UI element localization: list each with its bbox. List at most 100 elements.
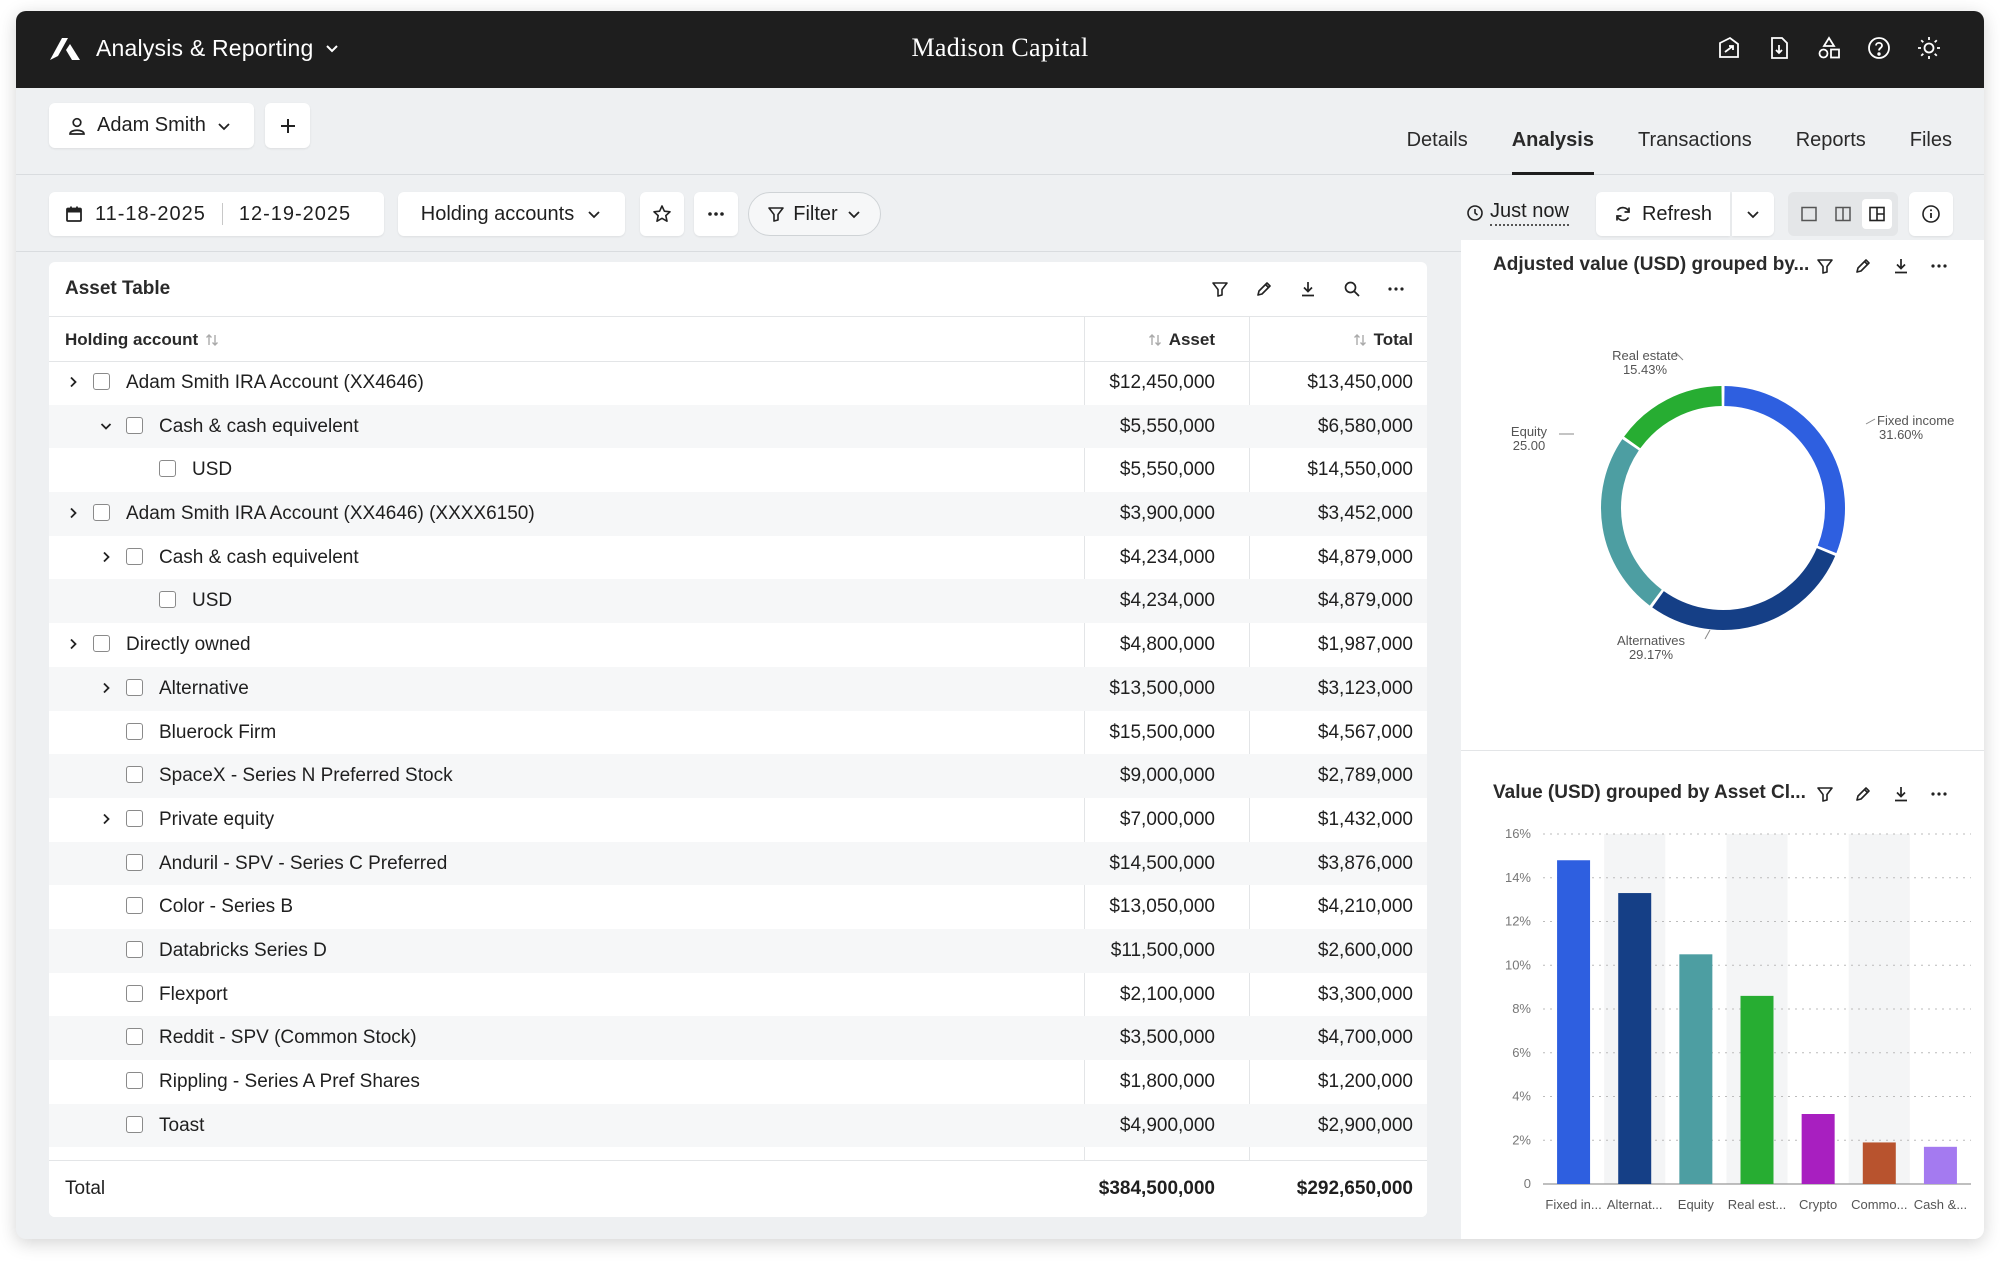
tab-transactions[interactable]: Transactions	[1616, 88, 1774, 174]
column-holding-account[interactable]: Holding account	[65, 330, 220, 350]
theme-sun-icon[interactable]	[1914, 33, 1944, 63]
info-button[interactable]	[1909, 192, 1953, 236]
row-asset-value: $5,550,000	[1119, 459, 1215, 481]
ellipsis-icon[interactable]	[1381, 274, 1411, 304]
row-checkbox[interactable]	[93, 504, 110, 522]
row-checkbox[interactable]	[126, 940, 143, 958]
filter-icon[interactable]	[1810, 779, 1840, 809]
chevron-right-icon[interactable]	[96, 547, 116, 567]
row-checkbox[interactable]	[126, 809, 143, 827]
column-asset[interactable]: Asset	[1085, 330, 1215, 350]
layout-single-icon[interactable]	[1794, 199, 1824, 229]
row-checkbox[interactable]	[126, 1115, 143, 1133]
table-row[interactable]: Anduril - SPV - Series C Preferred $14,50…	[49, 841, 1427, 886]
row-checkbox[interactable]	[159, 460, 176, 478]
bar[interactable]	[1618, 893, 1652, 1184]
row-checkbox[interactable]	[159, 591, 176, 609]
table-row[interactable]: Cash & cash equivelent $5,550,000 $6,580,0…	[49, 404, 1427, 449]
refresh-button[interactable]: Refresh	[1596, 192, 1730, 236]
favorite-button[interactable]	[640, 192, 684, 236]
grouping-dropdown[interactable]: Holding accounts	[398, 192, 625, 236]
chart-divider	[1461, 750, 1984, 751]
table-row[interactable]: Directly owned $4,800,000 $1,987,000	[49, 623, 1427, 667]
table-row[interactable]: USD $4,234,000 $4,879,000	[49, 579, 1427, 624]
row-checkbox[interactable]	[126, 1072, 143, 1089]
bar[interactable]	[1740, 995, 1774, 1184]
bar[interactable]	[1862, 1142, 1896, 1184]
donut-slice[interactable]	[1601, 439, 1662, 606]
row-checkbox[interactable]	[93, 635, 110, 653]
table-row[interactable]: Rippling - Series A Pref Shares $1,800,00…	[49, 1060, 1427, 1104]
table-row[interactable]: Bluerock Firm $15,500,000 $4,567,000	[49, 711, 1427, 755]
table-row[interactable]: Toast $4,900,000 $2,900,000	[49, 1103, 1427, 1148]
edit-icon[interactable]	[1249, 274, 1279, 304]
company-name: Madison Capital	[911, 33, 1089, 62]
ellipsis-icon[interactable]	[1924, 779, 1954, 809]
table-row[interactable]: Reddit - SPV (Common Stock) $3,500,000 $4,…	[49, 1016, 1427, 1060]
user-selector[interactable]: Adam Smith	[49, 103, 254, 148]
download-icon[interactable]	[1886, 779, 1916, 809]
date-range-picker[interactable]: 11-18-2025 12-19-2025	[49, 192, 384, 236]
tab-analysis[interactable]: Analysis	[1490, 88, 1616, 175]
share-icon[interactable]	[1714, 33, 1744, 63]
table-row[interactable]: USD $5,550,000 $14,550,000	[49, 448, 1427, 492]
edit-icon[interactable]	[1848, 251, 1878, 281]
table-row[interactable]: SpaceX - Series N Preferred Stock $9,000,…	[49, 754, 1427, 798]
user-name: Adam Smith	[97, 114, 206, 136]
row-checkbox[interactable]	[126, 984, 143, 1002]
bar[interactable]	[1679, 954, 1713, 1184]
refresh-options-button[interactable]	[1732, 192, 1774, 236]
tab-details[interactable]: Details	[1385, 88, 1490, 174]
add-user-button[interactable]	[265, 103, 310, 148]
download-icon[interactable]	[1886, 251, 1916, 281]
edit-icon[interactable]	[1848, 779, 1878, 809]
table-row[interactable]: Flexport $2,100,000 $3,300,000	[49, 973, 1427, 1017]
chevron-down-icon[interactable]	[96, 416, 116, 436]
table-row[interactable]: Alternative $13,500,000 $3,123,000	[49, 666, 1427, 711]
donut-slice[interactable]	[1652, 547, 1836, 630]
layout-split-icon[interactable]	[1828, 199, 1858, 229]
row-checkbox[interactable]	[126, 897, 143, 915]
export-file-icon[interactable]	[1764, 33, 1794, 63]
filter-button[interactable]: Filter	[748, 192, 881, 236]
shapes-icon[interactable]	[1814, 33, 1844, 63]
donut-slice[interactable]	[1724, 386, 1845, 554]
table-row[interactable]: Color - Series B $13,050,000 $4,210,000	[49, 885, 1427, 929]
row-checkbox[interactable]	[126, 678, 143, 696]
column-total[interactable]: Total	[1249, 330, 1413, 350]
chevron-right-icon[interactable]	[63, 634, 83, 654]
row-checkbox[interactable]	[126, 1028, 143, 1046]
download-icon[interactable]	[1293, 274, 1323, 304]
chevron-right-icon[interactable]	[96, 809, 116, 829]
ellipsis-icon	[708, 212, 724, 216]
help-icon[interactable]	[1864, 33, 1894, 63]
donut-slice[interactable]	[1624, 386, 1723, 449]
row-checkbox[interactable]	[126, 766, 143, 784]
table-row[interactable]: Adam Smith IRA Account (XX4646) (XXXX615…	[49, 492, 1427, 536]
tab-files[interactable]: Files	[1888, 88, 1952, 174]
search-icon[interactable]	[1337, 274, 1367, 304]
table-row[interactable]: Private equity $7,000,000 $1,432,000	[49, 798, 1427, 842]
tab-reports[interactable]: Reports	[1774, 88, 1888, 174]
table-row[interactable]: Databricks Series D $11,500,000 $2,600,000	[49, 928, 1427, 973]
filter-icon[interactable]	[1810, 251, 1840, 281]
slice-label: Real estate	[1612, 348, 1678, 363]
more-options-button[interactable]	[694, 192, 738, 236]
bar[interactable]	[1557, 860, 1591, 1184]
ellipsis-icon[interactable]	[1924, 251, 1954, 281]
table-row[interactable]: Adam Smith IRA Account (XX4646) $12,450,0…	[49, 361, 1427, 405]
chevron-right-icon[interactable]	[96, 678, 116, 698]
last-updated[interactable]: Just now	[1466, 200, 1569, 226]
row-checkbox[interactable]	[126, 853, 143, 871]
row-checkbox[interactable]	[126, 722, 143, 740]
row-checkbox[interactable]	[126, 547, 143, 565]
table-row[interactable]: Cash & cash equivelent $4,234,000 $4,879,0…	[49, 536, 1427, 580]
filter-icon[interactable]	[1205, 274, 1235, 304]
chevron-right-icon[interactable]	[63, 372, 83, 392]
row-checkbox[interactable]	[126, 416, 143, 434]
row-checkbox[interactable]	[93, 373, 110, 390]
chevron-right-icon[interactable]	[63, 503, 83, 523]
layout-grid-icon[interactable]	[1862, 199, 1892, 229]
bar[interactable]	[1801, 1114, 1835, 1184]
bar[interactable]	[1923, 1146, 1957, 1184]
